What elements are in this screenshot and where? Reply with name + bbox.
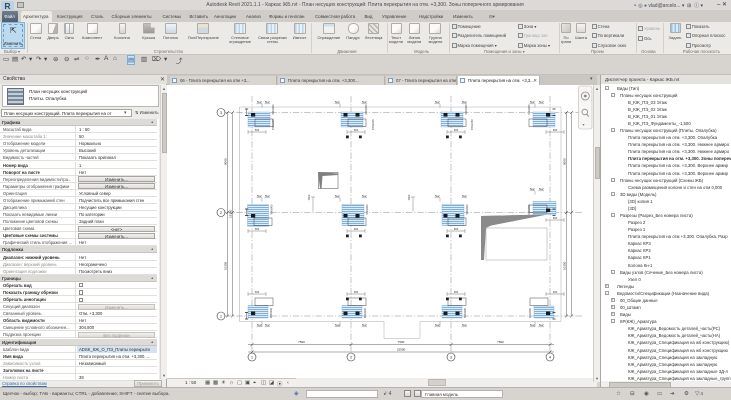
svg-text:5х2: 5х2	[435, 194, 440, 198]
svg-text:5х2: 5х2	[265, 323, 270, 327]
svg-text:10350: 10350	[224, 261, 228, 270]
svg-text:150x150: 150x150	[470, 118, 474, 129]
svg-text:5х2: 5х2	[265, 100, 270, 104]
svg-text:▾: ▾	[583, 122, 585, 127]
svg-text:900x900: 900x900	[363, 307, 367, 318]
svg-text:5х2: 5х2	[335, 100, 340, 104]
svg-text:7500: 7500	[497, 340, 504, 344]
svg-text:9000: 9000	[224, 157, 228, 164]
svg-text:3: 3	[220, 110, 222, 114]
svg-text:5х2: 5х2	[257, 323, 262, 327]
svg-text:5х2: 5х2	[530, 323, 535, 327]
svg-text:5х2: 5х2	[530, 187, 535, 191]
svg-text:600: 600	[553, 290, 558, 294]
svg-text:10350: 10350	[563, 261, 567, 270]
svg-text:600: 600	[354, 227, 359, 231]
svg-text:2: 2	[350, 355, 352, 359]
svg-text:1: 1	[251, 355, 253, 359]
svg-text:5х2: 5х2	[257, 194, 262, 198]
svg-text:900x900: 900x900	[463, 307, 467, 318]
svg-text:5х2: 5х2	[362, 100, 367, 104]
svg-text:5х2: 5х2	[539, 187, 544, 191]
svg-text:5х2: 5х2	[462, 323, 467, 327]
svg-text:5х2: 5х2	[462, 194, 467, 198]
svg-text:600: 600	[553, 216, 558, 220]
svg-text:600: 600	[454, 227, 459, 231]
svg-text:600: 600	[255, 227, 260, 231]
svg-text:5х2: 5х2	[435, 100, 440, 104]
svg-text:600: 600	[553, 128, 558, 132]
svg-text:22500: 22500	[397, 347, 406, 351]
svg-text:600: 600	[255, 290, 260, 294]
svg-text:900x900: 900x900	[464, 103, 468, 114]
svg-text:900x900: 900x900	[465, 203, 469, 214]
svg-text:5х2: 5х2	[362, 194, 367, 198]
svg-text:7500: 7500	[298, 340, 305, 344]
svg-text:900x900: 900x900	[527, 103, 531, 114]
svg-text:900x900: 900x900	[364, 103, 368, 114]
svg-text:5х2: 5х2	[265, 194, 270, 198]
svg-text:600: 600	[454, 290, 459, 294]
svg-text:5х2: 5х2	[362, 323, 367, 327]
svg-text:900x900: 900x900	[269, 307, 273, 318]
svg-text:900x900: 900x900	[365, 203, 369, 214]
svg-text:5х2: 5х2	[539, 100, 544, 104]
svg-text:600: 600	[454, 128, 459, 132]
svg-text:5х2: 5х2	[539, 323, 544, 327]
svg-text:1: 1	[220, 314, 222, 318]
svg-text:5х2: 5х2	[530, 100, 535, 104]
svg-text:7500: 7500	[398, 340, 405, 344]
svg-text:600: 600	[255, 128, 260, 132]
svg-text:900x900: 900x900	[270, 203, 274, 214]
svg-text:5х2: 5х2	[335, 323, 340, 327]
svg-text:600: 600	[354, 128, 359, 132]
svg-text:900x900: 900x900	[527, 203, 531, 214]
svg-text:900x900: 900x900	[528, 307, 532, 318]
svg-text:150x150: 150x150	[371, 118, 375, 129]
svg-text:2: 2	[220, 210, 222, 214]
svg-text:900x900: 900x900	[271, 103, 275, 114]
svg-text:5х2: 5х2	[335, 194, 340, 198]
svg-text:600: 600	[354, 290, 359, 294]
svg-text:1500: 1500	[307, 194, 311, 200]
svg-text:19350: 19350	[229, 209, 233, 218]
svg-text:9000: 9000	[563, 157, 567, 164]
svg-text:4: 4	[549, 355, 551, 359]
svg-text:5х2: 5х2	[462, 100, 467, 104]
svg-text:5х2: 5х2	[435, 323, 440, 327]
svg-text:3: 3	[450, 355, 452, 359]
svg-text:5х2: 5х2	[257, 100, 262, 104]
svg-text:1500: 1500	[407, 194, 411, 200]
